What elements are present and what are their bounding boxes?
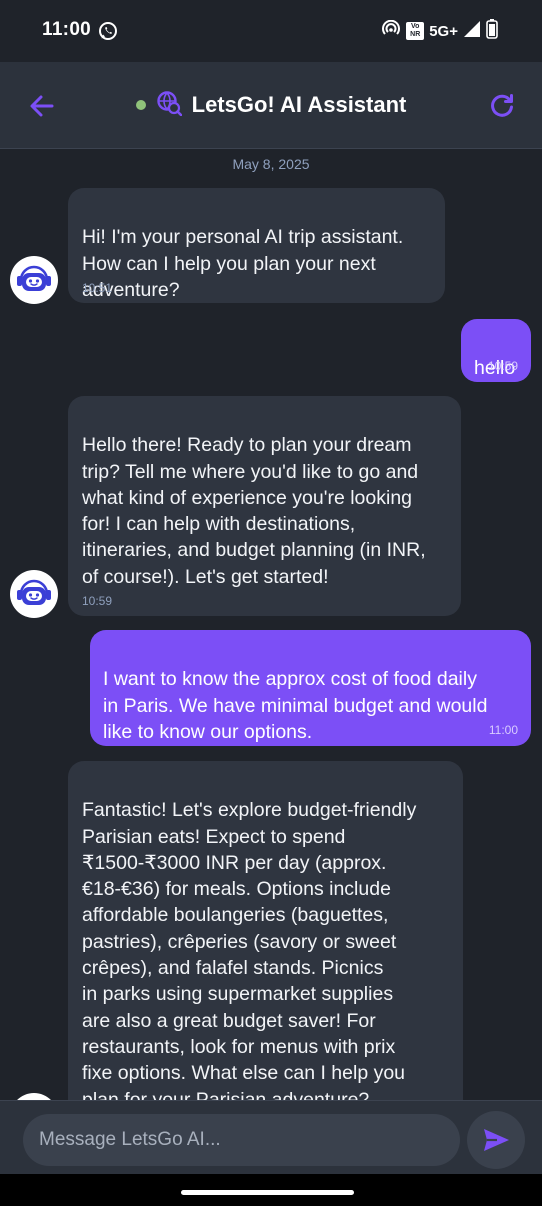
status-time: 11:00	[42, 19, 92, 40]
bot-avatar	[10, 1093, 58, 1100]
robot-icon	[17, 579, 51, 605]
status-bar: 11:00 Vo NR 5G+	[0, 0, 542, 62]
message-time: 10:59	[82, 594, 113, 608]
bot-avatar	[10, 256, 58, 304]
message-time: 11:00	[488, 723, 518, 737]
status-icons: Vo NR 5G+	[381, 18, 498, 44]
online-status-dot	[135, 100, 146, 110]
vonr-icon: Vo NR	[406, 22, 425, 40]
battery-icon	[486, 18, 498, 44]
header-title-group: LetsGo! AI Assistant	[0, 62, 542, 148]
chat-messages[interactable]: May 8, 2025 Hi! I'm your personal AI tri…	[0, 149, 542, 1100]
robot-icon	[17, 265, 51, 291]
signal-icon	[463, 20, 481, 43]
bot-message: Fantastic! Let's explore budget-friendly…	[68, 761, 463, 1100]
send-icon	[484, 1129, 509, 1151]
bot-message: Hi! I'm your personal AI trip assistant.…	[68, 188, 445, 303]
message-time: 10:51	[82, 281, 113, 295]
message-time: 10:59	[487, 359, 518, 373]
back-arrow-icon	[30, 95, 54, 117]
hotspot-icon	[381, 19, 401, 43]
vonr-line1: Vo	[411, 23, 420, 30]
user-message: I want to know the approx cost of food d…	[90, 630, 531, 746]
back-button[interactable]	[28, 92, 56, 120]
page-title: LetsGo! AI Assistant	[191, 92, 407, 117]
send-button[interactable]	[467, 1111, 525, 1169]
vonr-line2: NR	[410, 31, 421, 38]
message-text: Hello there! Ready to plan your dream tr…	[82, 434, 426, 588]
bot-message: Hello there! Ready to plan your dream tr…	[68, 396, 461, 616]
bot-avatar	[10, 570, 58, 618]
message-composer	[0, 1100, 542, 1175]
globe-search-icon	[156, 90, 182, 121]
whatsapp-icon	[98, 21, 118, 46]
date-separator: May 8, 2025	[232, 156, 310, 172]
system-nav-bar	[0, 1174, 542, 1206]
refresh-button[interactable]	[488, 92, 516, 120]
message-input[interactable]	[23, 1114, 460, 1166]
message-text: Fantastic! Let's explore budget-friendly…	[82, 799, 417, 1100]
home-indicator[interactable]	[181, 1190, 354, 1195]
refresh-icon	[491, 94, 513, 117]
message-text: Hi! I'm your personal AI trip assistant.…	[82, 226, 404, 301]
message-text: I want to know the approx cost of food d…	[103, 668, 488, 743]
user-message: hello 10:59	[461, 319, 531, 382]
network-type: 5G+	[429, 22, 458, 40]
app-header: LetsGo! AI Assistant	[0, 62, 542, 149]
